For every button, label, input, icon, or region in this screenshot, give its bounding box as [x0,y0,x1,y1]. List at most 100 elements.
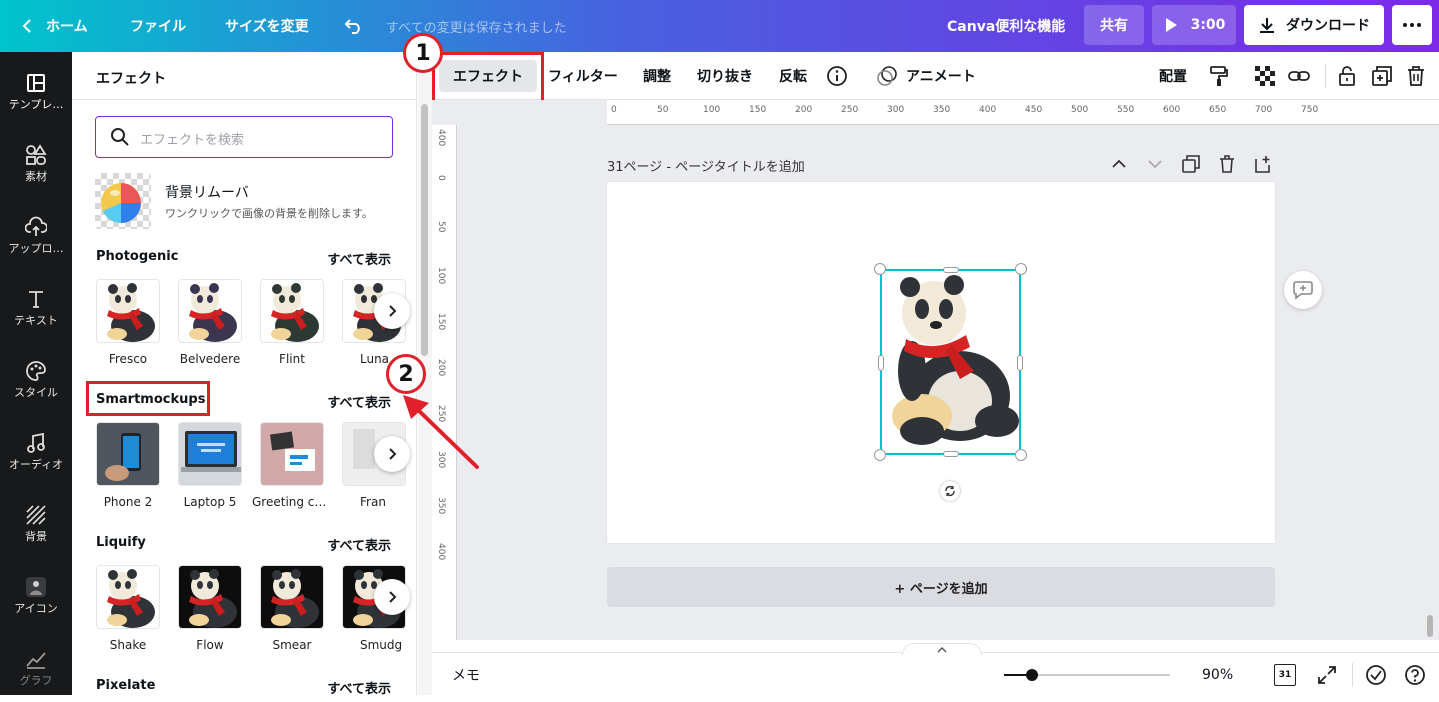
panda-thumbnail-art [261,566,323,628]
workspace-scrollbar[interactable] [1427,615,1433,637]
effect-flow[interactable]: Flow [178,565,242,657]
liquify-next-button[interactable] [374,579,410,615]
effect-smear[interactable]: Smear [260,565,324,657]
annotation-box-effects [432,52,544,103]
rail-item-background[interactable]: 背景 [0,498,72,558]
undo-icon [344,19,360,34]
ruler-tick-label: 400 [436,543,446,561]
resize-handle[interactable] [1015,263,1027,275]
resize-handle[interactable] [874,449,886,461]
fullscreen-button[interactable] [1316,664,1338,690]
notes-button[interactable]: メモ [452,653,480,696]
ruler-tick-label: 150 [749,105,767,115]
delete-button[interactable] [1407,52,1425,100]
template-icon [27,74,45,92]
effects-search-input[interactable]: エフェクトを検索 [95,116,393,158]
chevron-down-icon[interactable] [1146,155,1164,173]
position-button[interactable]: 配置 [1159,52,1187,100]
horizontal-ruler: 0 50 100 150 200 250 300 350 400 450 500 550 600 650 7… [607,100,1439,125]
check-button[interactable] [1365,664,1387,690]
resize-handle[interactable] [878,355,884,371]
animate-label: アニメート [906,69,976,85]
more-button[interactable] [1392,5,1432,45]
rail-item-text[interactable]: テキスト [0,282,72,342]
design-page[interactable] [607,182,1275,543]
page-panel-toggle[interactable] [902,643,982,655]
help-button[interactable] [1404,664,1426,690]
ruler-tick-label: 400 [436,129,446,147]
fullscreen-icon [1318,666,1336,684]
lock-button[interactable] [1338,52,1356,100]
chevron-up-icon[interactable] [1110,155,1128,173]
crop-button[interactable]: 切り抜き [697,52,753,100]
bg-remover-option[interactable]: 背景リムーバ ワンクリックで画像の背景を削除します。 [95,173,395,229]
add-comment-button[interactable] [1284,271,1322,309]
see-all-pixelate[interactable]: すべて表示 [327,678,391,695]
bg-remover-description: ワンクリックで画像の背景を削除します。 [165,207,373,220]
mockup-thumbnail [96,422,160,486]
transparency-button[interactable] [1255,52,1275,100]
rail-item-avatar[interactable]: アイコン [0,570,72,630]
rail-item-audio[interactable]: オーディオ [0,426,72,486]
zoom-slider-thumb[interactable] [1026,669,1039,681]
top-bar: ホーム ファイル サイズを変更 すべての変更は保存されました Canva便利な機… [0,0,1439,52]
mockup-label: Fran [360,495,386,509]
link-button[interactable] [1288,52,1310,100]
resize-handle[interactable] [943,451,959,457]
canvas-workspace[interactable]: 0 50 100 150 200 250 300 350 400 450 500 550 600 650 7… [432,100,1439,640]
see-all-liquify[interactable]: すべて表示 [327,535,391,554]
mockup-phone-2[interactable]: Phone 2 [96,422,160,514]
rotate-handle[interactable] [940,481,960,501]
add-page-button[interactable]: + ページを追加 [607,567,1275,607]
upload-icon [25,216,47,236]
resize-handle[interactable] [943,267,959,273]
copy-style-button[interactable] [1209,52,1229,100]
duplicate-page-icon[interactable] [1182,155,1200,173]
home-button[interactable]: ホーム [20,0,88,52]
mockup-laptop-5[interactable]: Laptop 5 [178,422,242,514]
see-all-photogenic[interactable]: すべて表示 [327,249,391,268]
download-button[interactable]: ダウンロード [1244,5,1384,45]
rail-item-elements[interactable]: 素材 [0,138,72,198]
page-count-button[interactable]: 31 [1274,664,1296,686]
resize-menu[interactable]: サイズを変更 [225,0,309,52]
rail-item-chart[interactable]: グラフ [0,642,72,702]
add-page-icon[interactable] [1254,155,1272,173]
rail-item-styles[interactable]: スタイル [0,354,72,414]
share-button[interactable]: 共有 [1084,5,1144,45]
effect-thumbnail [96,279,160,343]
zoom-value[interactable]: 90% [1202,653,1233,696]
info-button[interactable] [826,52,848,100]
rail-label: グラフ [19,674,53,687]
undo-button[interactable] [344,0,364,52]
resize-handle[interactable] [1017,355,1023,371]
bg-remover-thumbnail [95,173,151,229]
see-all-smartmockups[interactable]: すべて表示 [327,392,391,411]
duplicate-button[interactable] [1372,52,1392,100]
adjust-button[interactable]: 調整 [643,52,671,100]
effect-fresco[interactable]: Fresco [96,279,160,371]
effect-shake[interactable]: Shake [96,565,160,657]
resize-handle[interactable] [874,263,886,275]
resize-handle[interactable] [1015,449,1027,461]
effect-belvedere[interactable]: Belvedere [178,279,242,371]
flip-button[interactable]: 反転 [779,52,807,100]
present-button[interactable]: 3:00 [1152,5,1236,45]
selected-image[interactable] [874,263,1027,461]
delete-page-icon[interactable] [1218,155,1236,173]
mockup-greeting-card[interactable]: Greeting car... [252,422,332,514]
rail-label: スタイル [14,386,58,399]
effect-label: Shake [109,638,147,652]
ruler-tick-label: 500 [1071,105,1089,115]
avatar-icon [26,577,46,597]
rail-item-uploads[interactable]: アップロ… [0,210,72,270]
scrollbar-thumb[interactable] [421,104,428,356]
animate-button[interactable]: アニメート [876,52,976,100]
page-title[interactable]: 31ページ - ページタイトルを追加 [607,156,805,175]
effect-flint[interactable]: Flint [260,279,324,371]
photogenic-next-button[interactable] [374,293,410,329]
canva-feature-title[interactable]: Canva便利な機能 [947,0,1065,52]
file-menu[interactable]: ファイル [130,0,186,52]
filter-button[interactable]: フィルター [548,52,618,100]
rail-item-templates[interactable]: テンプレ… [0,66,72,126]
